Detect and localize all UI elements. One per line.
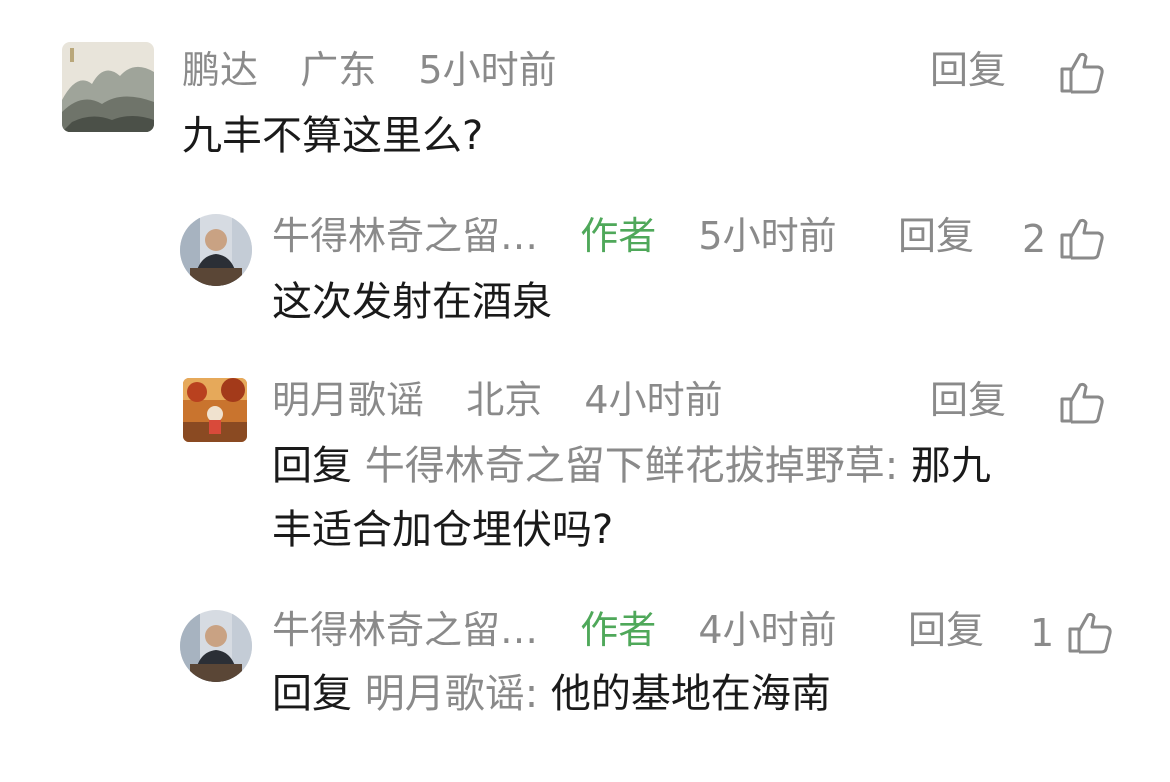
author-name[interactable]: 明月歌谣 — [272, 376, 424, 424]
author-name[interactable]: 牛得林奇之留… — [272, 212, 538, 260]
comment-meta: 明月歌谣 北京 4小时前 — [272, 376, 723, 424]
comment-item: 牛得林奇之留… 作者 5小时前 回复 2 这次发射在酒泉 — [0, 200, 1170, 340]
like-count: 1 — [1030, 610, 1055, 655]
comment-item: 牛得林奇之留… 作者 4小时前 回复 1 回复 明月歌谣: 他的基地在海南 — [0, 596, 1170, 756]
author-badge: 作者 — [580, 214, 657, 258]
avatar[interactable] — [183, 378, 247, 442]
thumbs-up-icon — [1068, 612, 1112, 653]
timestamp: 5小时前 — [698, 214, 837, 258]
avatar[interactable] — [180, 610, 252, 682]
comment-text: 回复 牛得林奇之留下鲜花拔掉野草: 那九 丰适合加仓埋伏吗? — [272, 434, 1092, 562]
author-badge: 作者 — [580, 608, 657, 652]
avatar[interactable] — [180, 214, 252, 286]
like-button[interactable] — [1058, 46, 1106, 94]
man-avatar-icon — [180, 214, 252, 286]
location: 北京 — [466, 378, 543, 422]
man-avatar-icon — [180, 610, 252, 682]
comment-body: 他的基地在海南 — [550, 671, 831, 717]
like-button[interactable]: 2 — [1022, 212, 1106, 261]
reply-target[interactable]: 牛得林奇之留下鲜花拔掉野草: — [365, 443, 898, 489]
reply-prefix: 回复 — [272, 443, 352, 489]
landscape-avatar-icon — [62, 42, 154, 132]
author-name[interactable]: 牛得林奇之留… — [272, 606, 538, 654]
comment-text: 九丰不算这里么? — [182, 113, 484, 159]
thumbs-up-icon — [1060, 382, 1104, 423]
timestamp: 5小时前 — [418, 48, 557, 92]
comment-body-line2: 丰适合加仓埋伏吗? — [272, 507, 614, 553]
like-button[interactable]: 1 — [1030, 606, 1114, 655]
comment-text: 这次发射在酒泉 — [272, 279, 552, 325]
reply-button[interactable]: 回复 — [898, 212, 974, 260]
reply-target[interactable]: 明月歌谣: — [365, 671, 538, 717]
timestamp: 4小时前 — [698, 608, 837, 652]
thumbs-up-icon — [1060, 218, 1104, 259]
avatar[interactable] — [62, 42, 154, 132]
reply-button[interactable]: 回复 — [908, 606, 984, 654]
timestamp: 4小时前 — [584, 378, 723, 422]
thumbs-up-icon — [1060, 52, 1104, 93]
comment-item: 鹏达 广东 5小时前 回复 九丰不算这里么? — [0, 0, 1170, 170]
reply-button[interactable]: 回复 — [930, 46, 1006, 94]
reply-button[interactable]: 回复 — [930, 376, 1006, 424]
location: 广东 — [300, 48, 377, 92]
comment-item: 明月歌谣 北京 4小时前 回复 回复 牛得林奇之留下鲜花拔掉野草: 那九 丰适合… — [0, 366, 1170, 566]
like-count: 2 — [1022, 216, 1047, 261]
comment-body: 那九 — [910, 443, 991, 489]
like-button[interactable] — [1058, 376, 1106, 424]
comment-meta: 牛得林奇之留… 作者 5小时前 — [272, 212, 837, 260]
comment-meta: 鹏达 广东 5小时前 — [182, 46, 557, 94]
autumn-avatar-icon — [183, 378, 247, 442]
comment-meta: 牛得林奇之留… 作者 4小时前 — [272, 606, 837, 654]
reply-prefix: 回复 — [272, 671, 352, 717]
author-name[interactable]: 鹏达 — [182, 46, 258, 94]
comment-text: 回复 明月歌谣: 他的基地在海南 — [272, 662, 831, 726]
